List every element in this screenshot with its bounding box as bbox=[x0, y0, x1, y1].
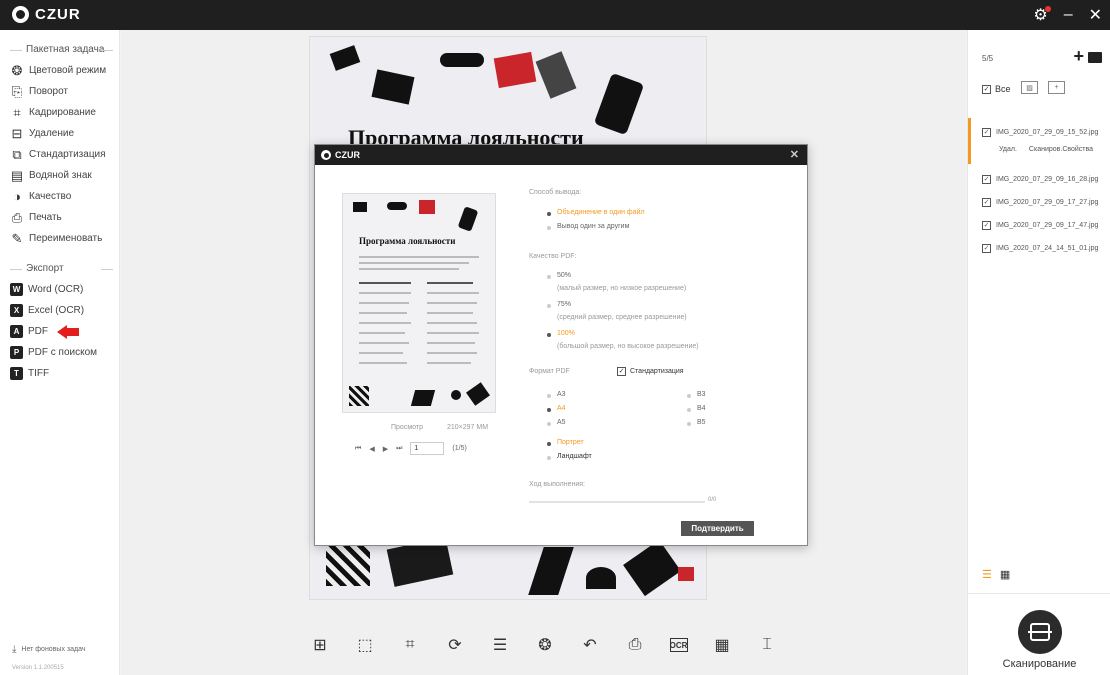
radio-sublabel: (средний размер, среднее разрешение) bbox=[557, 314, 687, 321]
thumbnail-title: Программа лояльности bbox=[359, 236, 456, 246]
text-line bbox=[427, 302, 477, 304]
radio-dot bbox=[547, 408, 551, 412]
text-line bbox=[359, 292, 411, 294]
size-b3-radio[interactable]: B3 bbox=[687, 391, 706, 398]
radio-dot bbox=[547, 226, 551, 230]
text-line bbox=[427, 352, 477, 354]
pdf-export-dialog: CZUR ✕ Программа лояльности Просмотр 210… bbox=[314, 144, 808, 546]
page-navigation: ⏮ ◀ ▶ ⏭ 1 (1/5) bbox=[355, 442, 467, 455]
radio-label: Объединение в один файл bbox=[557, 209, 645, 216]
radio-dot bbox=[547, 442, 551, 446]
text-line bbox=[359, 256, 479, 258]
decor-shape bbox=[457, 206, 479, 232]
size-a4-radio[interactable]: A4 bbox=[547, 405, 566, 412]
radio-label: B5 bbox=[697, 419, 706, 426]
radio-label: 75% bbox=[557, 301, 572, 308]
radio-label: B3 bbox=[697, 391, 706, 398]
text-line bbox=[359, 342, 409, 344]
text-line bbox=[359, 302, 409, 304]
first-page-icon[interactable]: ⏮ bbox=[355, 445, 361, 453]
decor-shape bbox=[451, 390, 461, 400]
modal-overlay: CZUR ✕ Программа лояльности Просмотр 210… bbox=[0, 0, 1110, 675]
quality-75-radio[interactable]: 75% (средний размер, среднее разрешение) bbox=[547, 301, 687, 321]
radio-dot bbox=[547, 275, 551, 279]
size-b4-radio[interactable]: B4 bbox=[687, 405, 706, 412]
page-total: (1/5) bbox=[452, 445, 467, 452]
radio-label: A5 bbox=[557, 419, 566, 426]
confirm-button[interactable]: Подтвердить bbox=[681, 521, 754, 536]
decor-shape bbox=[419, 200, 435, 214]
radio-label: Портрет bbox=[557, 439, 584, 446]
standardize-label: Стандартизация bbox=[630, 368, 684, 375]
page-number-input[interactable]: 1 bbox=[410, 442, 445, 455]
progress-bar bbox=[529, 501, 705, 503]
radio-dot bbox=[547, 456, 551, 460]
decor-shape bbox=[387, 202, 407, 210]
preview-size: 210×297 MM bbox=[447, 424, 489, 431]
decor-shape bbox=[466, 382, 490, 406]
output-sequential-radio[interactable]: Вывод один за другим bbox=[547, 223, 629, 230]
radio-label: B4 bbox=[697, 405, 706, 412]
checkbox-icon: ✓ bbox=[617, 367, 626, 376]
quality-50-radio[interactable]: 50% (малый размер, но низкое разрешение) bbox=[547, 272, 686, 292]
dialog-close-icon[interactable]: ✕ bbox=[790, 148, 799, 161]
text-line bbox=[359, 352, 403, 354]
radio-dot bbox=[547, 212, 551, 216]
pdf-format-label: Формат PDF bbox=[529, 368, 570, 375]
next-page-icon[interactable]: ▶ bbox=[383, 445, 388, 453]
output-merge-radio[interactable]: Объединение в один файл bbox=[547, 209, 645, 216]
text-line bbox=[359, 268, 459, 270]
radio-label: 50% bbox=[557, 272, 572, 279]
radio-label: Ландшафт bbox=[557, 453, 592, 460]
prev-page-icon[interactable]: ◀ bbox=[369, 445, 374, 453]
pdf-quality-label: Качество PDF: bbox=[529, 253, 577, 260]
text-line bbox=[427, 282, 473, 284]
radio-dot bbox=[687, 394, 691, 398]
text-line bbox=[359, 312, 407, 314]
text-line bbox=[427, 292, 479, 294]
radio-label: A4 bbox=[557, 405, 566, 412]
radio-sublabel: (большой размер, но высокое разрешение) bbox=[557, 343, 699, 350]
text-line bbox=[359, 282, 411, 284]
text-line bbox=[359, 322, 411, 324]
progress-label: Ход выполнения: bbox=[529, 481, 585, 488]
progress-value: 0/0 bbox=[708, 497, 717, 503]
radio-label: Вывод один за другим bbox=[557, 223, 630, 230]
text-line bbox=[427, 312, 473, 314]
radio-dot bbox=[547, 304, 551, 308]
decor-shape bbox=[349, 386, 369, 406]
last-page-icon[interactable]: ⏭ bbox=[396, 445, 402, 453]
text-line bbox=[427, 322, 477, 324]
preview-label: Просмотр bbox=[391, 424, 423, 431]
radio-dot bbox=[547, 333, 551, 337]
decor-shape bbox=[410, 390, 436, 406]
preview-thumbnail: Программа лояльности bbox=[342, 193, 496, 413]
size-a3-radio[interactable]: A3 bbox=[547, 391, 566, 398]
dialog-title: CZUR bbox=[335, 150, 360, 160]
decor-shape bbox=[353, 202, 367, 212]
text-line bbox=[359, 262, 469, 264]
standardize-checkbox[interactable]: ✓ Стандартизация bbox=[617, 367, 684, 376]
text-line bbox=[427, 362, 471, 364]
orientation-portrait-radio[interactable]: Портрет bbox=[547, 439, 584, 446]
radio-label: A3 bbox=[557, 391, 566, 398]
czur-logo-icon bbox=[321, 150, 331, 160]
radio-label: 100% bbox=[557, 330, 575, 337]
size-a5-radio[interactable]: A5 bbox=[547, 419, 566, 426]
radio-dot bbox=[687, 408, 691, 412]
dialog-title-bar: CZUR ✕ bbox=[315, 145, 807, 165]
orientation-landscape-radio[interactable]: Ландшафт bbox=[547, 453, 592, 460]
quality-100-radio[interactable]: 100% (большой размер, но высокое разрешен… bbox=[547, 330, 699, 350]
text-line bbox=[359, 332, 405, 334]
text-line bbox=[359, 362, 407, 364]
radio-dot bbox=[687, 422, 691, 426]
radio-sublabel: (малый размер, но низкое разрешение) bbox=[557, 285, 687, 292]
radio-dot bbox=[547, 422, 551, 426]
text-line bbox=[427, 332, 479, 334]
text-line bbox=[427, 342, 475, 344]
output-mode-label: Способ вывода: bbox=[529, 189, 582, 196]
radio-dot bbox=[547, 394, 551, 398]
size-b5-radio[interactable]: B5 bbox=[687, 419, 706, 426]
